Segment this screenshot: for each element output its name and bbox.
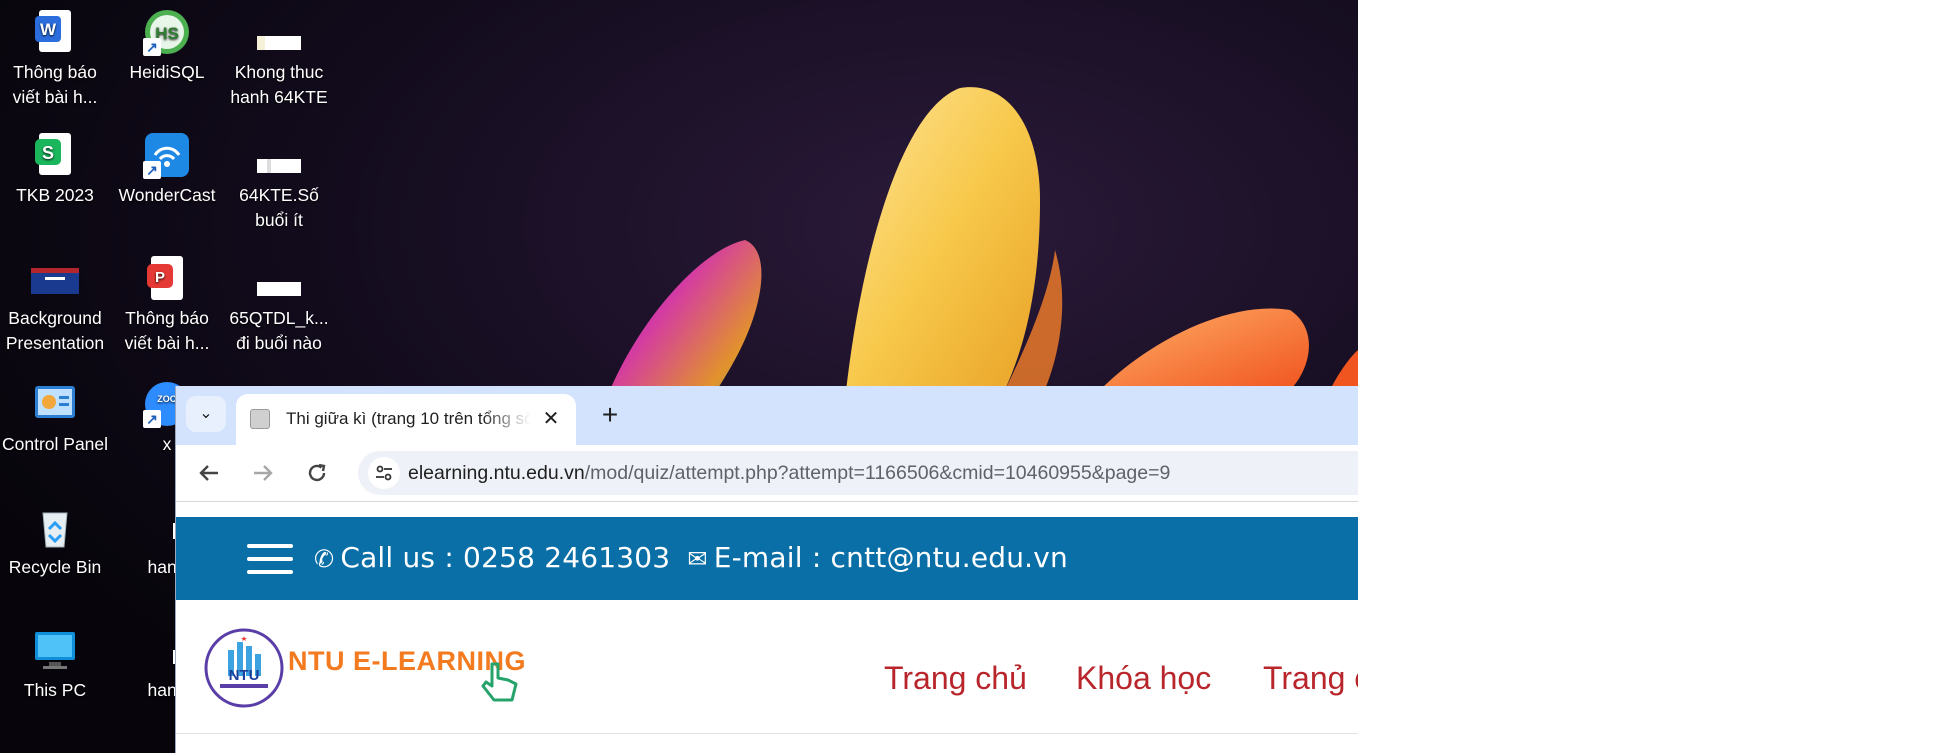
site-contact-bar: ✆ Call us : 0258 2461303 ✉ E-mail : cntt@n…	[176, 517, 1358, 600]
shortcut-arrow-icon: ↗	[143, 161, 161, 179]
icon-label: 64KTE.Số	[239, 185, 319, 205]
menu-icon[interactable]	[247, 544, 293, 574]
spreadsheet-thumbnail-icon	[255, 8, 303, 56]
wondercast-icon: ↗	[143, 131, 191, 179]
desktop: W Thông báo viết bài h... S TKB 2023 Bac…	[0, 0, 1358, 753]
desktop-icon-control-panel[interactable]: Control Panel	[2, 380, 108, 457]
envelope-icon: ✉	[687, 545, 708, 573]
browser-toolbar: elearning.ntu.edu.vn/mod/quiz/attempt.ph…	[176, 445, 1358, 502]
svg-text:S: S	[42, 143, 54, 163]
this-pc-icon	[31, 626, 79, 674]
icon-label: Thông báo	[13, 62, 97, 82]
icon-label: viết bài h...	[12, 87, 98, 107]
icon-label: Khong thuc	[234, 62, 324, 82]
icon-label: Control Panel	[2, 434, 108, 454]
desktop-icon-64kte[interactable]: 64KTE.Số buổi ít	[226, 131, 332, 233]
desktop-icon-this-pc[interactable]: This PC	[2, 626, 108, 703]
forward-button[interactable]	[245, 455, 281, 491]
contact-info: ✆ Call us : 0258 2461303 ✉ E-mail : cntt@n…	[314, 541, 1068, 574]
tab-search-button[interactable]: ⌄	[186, 396, 226, 432]
nav-courses[interactable]: Khóa học	[1076, 660, 1211, 697]
tab-active[interactable]: Thi giữa kì (trang 10 trên tổng số ✕	[236, 394, 576, 445]
tab-strip: ⌄ Thi giữa kì (trang 10 trên tổng số ✕ +	[176, 386, 1358, 445]
svg-text:P: P	[155, 269, 165, 286]
svg-text:NTU: NTU	[229, 667, 260, 684]
icon-label: WonderCast	[118, 185, 216, 205]
icon-label: Background	[8, 308, 102, 328]
desktop-icon-65qtdl[interactable]: 65QTDL_k... đi buổi nào	[226, 254, 332, 356]
pdf-icon: P	[143, 254, 191, 302]
arrow-right-icon	[254, 465, 273, 481]
heidisql-icon: HS ↗	[143, 8, 191, 56]
url-text[interactable]: elearning.ntu.edu.vn/mod/quiz/attempt.ph…	[408, 462, 1170, 485]
blank-area	[1358, 0, 1943, 753]
phone-icon: ✆	[314, 545, 335, 573]
svg-text:W: W	[40, 20, 57, 39]
browser-window: ⌄ Thi giữa kì (trang 10 trên tổng số ✕ +	[176, 386, 1358, 753]
desktop-icon-recycle-bin[interactable]: Recycle Bin	[2, 503, 108, 580]
pointer-hand-icon	[481, 662, 518, 702]
shortcut-arrow-icon: ↗	[143, 410, 161, 428]
icon-label: đi buổi nào	[236, 333, 322, 353]
recycle-bin-icon	[31, 503, 79, 551]
spreadsheet-thumbnail-icon	[255, 131, 303, 179]
tab-title: Thi giữa kì (trang 10 trên tổng số	[286, 409, 531, 428]
address-bar[interactable]: elearning.ntu.edu.vn/mod/quiz/attempt.ph…	[358, 451, 1358, 495]
chevron-down-icon: ⌄	[199, 405, 213, 422]
site-info-icon[interactable]	[368, 457, 400, 489]
desktop-icon-khong-thuc-hanh[interactable]: Khong thuc hanh 64KTE	[226, 8, 332, 110]
desktop-icon-wondercast[interactable]: ↗ WonderCast	[114, 131, 220, 208]
site-logo[interactable]: NTU NTU E-LEARNING	[204, 622, 544, 714]
nav-profile[interactable]: Trang cá nhân	[1263, 660, 1358, 697]
arrow-left-icon	[199, 465, 218, 481]
site-navbar: NTU NTU E-LEARNING Trang chủ Khóa học Tr…	[176, 600, 1358, 734]
icon-label: TKB 2023	[16, 185, 94, 205]
back-button[interactable]	[191, 455, 227, 491]
nav-home[interactable]: Trang chủ	[884, 660, 1027, 697]
spreadsheet-thumbnail-icon	[255, 254, 303, 302]
icon-label: Thông báo	[125, 308, 209, 328]
icon-label: hanh 64KTE	[230, 87, 328, 107]
shortcut-arrow-icon: ↗	[143, 38, 161, 56]
control-panel-icon	[31, 380, 79, 428]
presentation-thumbnail-icon	[31, 254, 79, 302]
email-link[interactable]: E-mail : cntt@ntu.edu.vn	[714, 541, 1068, 574]
url-path: /mod/quiz/attempt.php?attempt=1166506&cm…	[584, 462, 1171, 484]
desktop-icon-tkb-2023[interactable]: S TKB 2023	[2, 131, 108, 208]
icon-label: Recycle Bin	[8, 557, 102, 577]
reload-icon	[308, 463, 326, 482]
reload-button[interactable]	[299, 455, 335, 491]
desktop-icon-thong-bao-word[interactable]: W Thông báo viết bài h...	[2, 8, 108, 110]
url-host: elearning.ntu.edu.vn	[408, 462, 585, 484]
icon-label: buổi ít	[255, 210, 303, 230]
wps-spreadsheet-icon: S	[31, 131, 79, 179]
ntu-seal-icon: NTU	[204, 628, 284, 708]
icon-label: HeidiSQL	[129, 62, 205, 82]
icon-label: This PC	[23, 680, 87, 700]
desktop-icon-heidisql[interactable]: HS ↗ HeidiSQL	[114, 8, 220, 85]
icon-label: 65QTDL_k...	[229, 308, 329, 328]
svg-text:ZOO: ZOO	[157, 394, 177, 404]
word-doc-icon: W	[31, 8, 79, 56]
call-text: Call us : 0258 2461303	[340, 541, 671, 574]
favicon-icon	[250, 409, 270, 429]
icon-label: viết bài h...	[124, 333, 210, 353]
desktop-icon-background-presentation[interactable]: Background Presentation	[2, 254, 108, 356]
icon-label: Presentation	[5, 333, 105, 353]
new-tab-button[interactable]: +	[594, 400, 626, 432]
close-icon[interactable]: ✕	[538, 406, 564, 432]
desktop-icon-thong-bao-pdf[interactable]: P Thông báo viết bài h...	[114, 254, 220, 356]
